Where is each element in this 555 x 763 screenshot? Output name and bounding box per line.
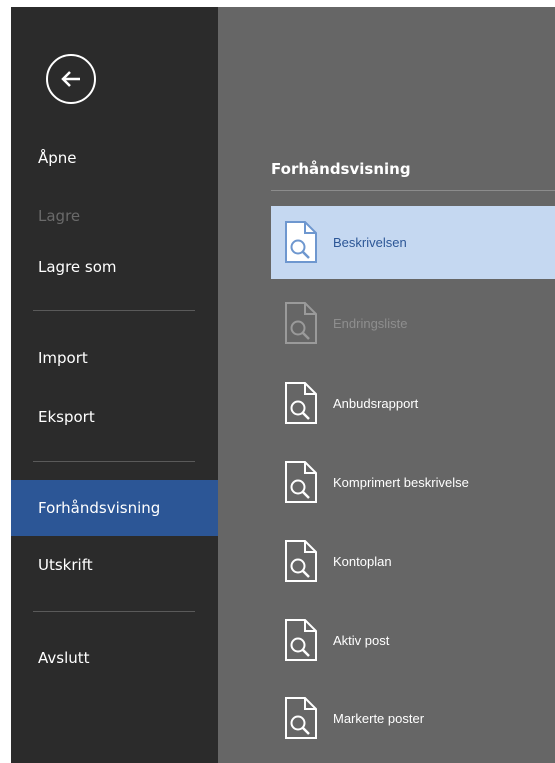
menu-item-save-as[interactable]: Lagre som	[11, 247, 218, 287]
sidebar: Åpne Lagre Lagre som Import Eksport Forh…	[11, 7, 218, 763]
sidebar-divider	[33, 611, 195, 612]
document-search-icon	[285, 697, 317, 739]
preview-item-komprimert-beskrivelse[interactable]: Komprimert beskrivelse	[271, 446, 555, 519]
menu-item-preview[interactable]: Forhåndsvisning	[11, 480, 218, 536]
menu-item-open[interactable]: Åpne	[11, 138, 218, 178]
preview-item-beskrivelsen[interactable]: Beskrivelsen	[271, 206, 555, 279]
preview-item-label: Komprimert beskrivelse	[333, 475, 469, 490]
preview-item-kontoplan[interactable]: Kontoplan	[271, 525, 555, 598]
backstage-frame: Åpne Lagre Lagre som Import Eksport Forh…	[11, 7, 555, 763]
preview-item-label: Beskrivelsen	[333, 235, 407, 250]
sidebar-divider	[33, 461, 195, 462]
preview-item-aktiv-post[interactable]: Aktiv post	[271, 604, 555, 677]
preview-item-label: Markerte poster	[333, 711, 425, 726]
preview-item-label: Aktiv post	[333, 633, 390, 648]
menu-item-save: Lagre	[38, 207, 81, 225]
menu-item-exit[interactable]: Avslutt	[11, 638, 218, 678]
document-search-icon	[285, 540, 317, 582]
menu-item-import[interactable]: Import	[11, 338, 218, 378]
document-search-icon	[285, 461, 317, 503]
document-search-icon	[285, 221, 317, 263]
menu-item-print[interactable]: Utskrift	[11, 545, 218, 585]
document-search-icon	[285, 382, 317, 424]
preview-item-anbudsrapport[interactable]: Anbudsrapport	[271, 367, 555, 440]
sidebar-divider	[33, 310, 195, 311]
preview-panel: Forhåndsvisning Beskrivelsen Endringslis…	[218, 7, 555, 763]
document-search-icon	[285, 302, 317, 344]
preview-item-label: Kontoplan	[333, 554, 392, 569]
section-divider	[271, 190, 555, 191]
preview-item-markerte-poster[interactable]: Markerte poster	[271, 682, 555, 755]
preview-item-endringsliste: Endringsliste	[271, 287, 555, 360]
document-search-icon	[285, 619, 317, 661]
menu-item-export[interactable]: Eksport	[11, 397, 218, 437]
section-title: Forhåndsvisning	[271, 160, 411, 178]
back-button[interactable]	[46, 54, 96, 104]
preview-item-label: Endringsliste	[333, 316, 408, 331]
back-arrow-icon	[61, 71, 80, 87]
preview-item-label: Anbudsrapport	[333, 396, 419, 411]
